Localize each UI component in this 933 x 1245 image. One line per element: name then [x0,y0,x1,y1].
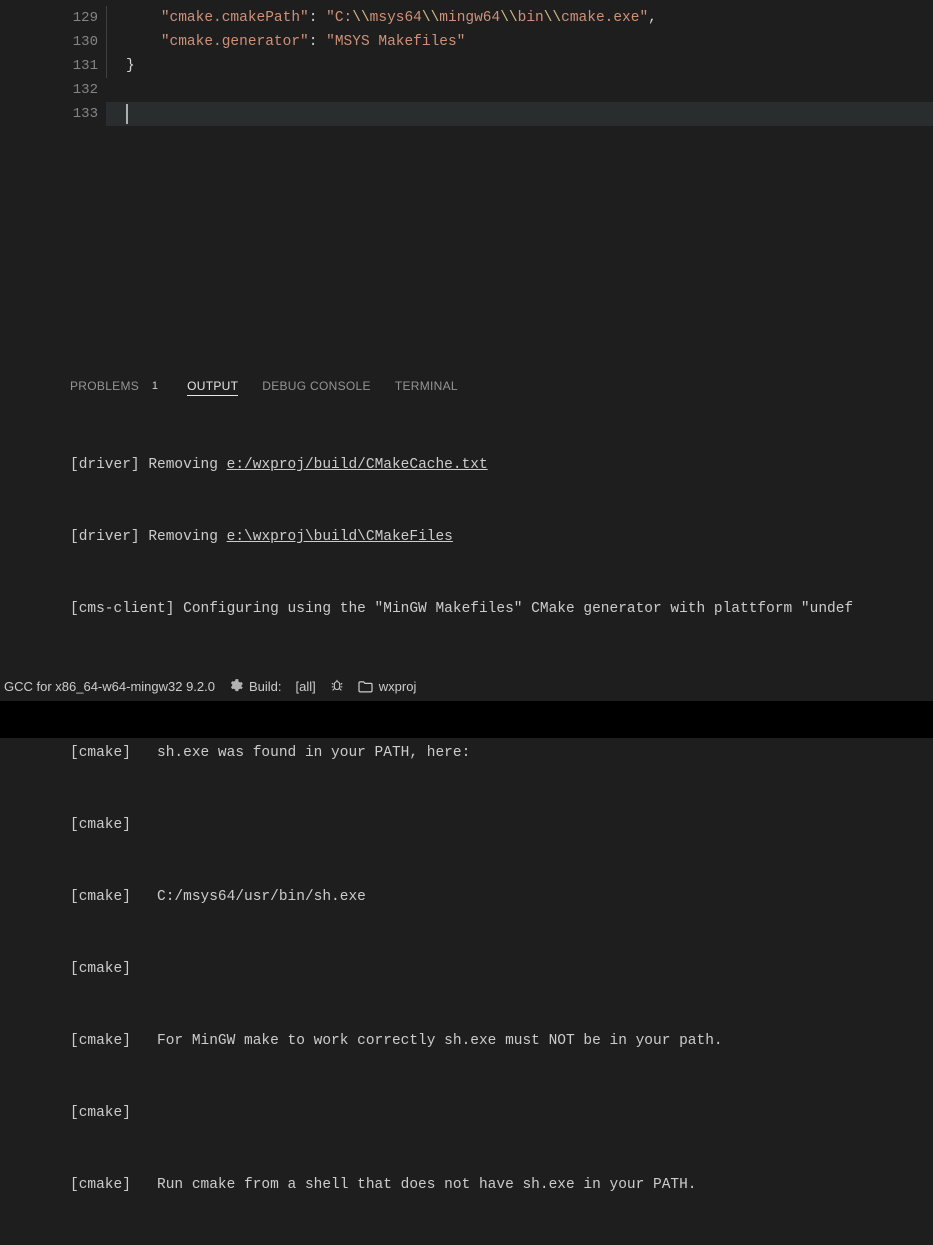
line-number: 133 [0,102,106,126]
tab-terminal[interactable]: TERMINAL [395,379,458,393]
code-line[interactable]: } [106,54,933,78]
tab-label: OUTPUT [187,379,238,393]
path-seg: msys64 [370,10,422,26]
code-line[interactable] [106,102,933,126]
folder-icon [358,680,373,693]
status-build[interactable]: Build: [229,679,282,694]
status-bar: GCC for x86_64-w64-mingw32 9.2.0 Build: … [0,671,933,701]
quote: " [326,10,335,26]
status-project-name: wxproj [379,679,417,694]
tab-output[interactable]: OUTPUT [187,379,238,396]
status-target[interactable]: [all] [296,679,316,694]
gear-icon [229,679,243,693]
line-number: 130 [0,30,106,54]
output-line: [driver] Removing e:/wxproj/build/CMakeC… [70,453,933,477]
output-content[interactable]: [driver] Removing e:/wxproj/build/CMakeC… [0,405,933,1245]
code-line[interactable]: "cmake.generator": "MSYS Makefiles" [106,30,933,54]
path-seg: cmake.exe [561,10,639,26]
line-number: 132 [0,78,106,102]
line-number-gutter: 129 130 131 132 133 [0,0,106,370]
log-text: [cmake] [70,961,140,977]
output-line: [cmake] C:/msys64/usr/bin/sh.exe [70,885,933,909]
log-text: [cmake] For MinGW make to work correctly… [70,1033,723,1049]
output-line: [cmake] sh.exe was found in your PATH, h… [70,741,933,765]
json-string: "MSYS Makefiles" [326,34,465,50]
output-line: [cmake] [70,957,933,981]
text-cursor [126,104,128,124]
log-text: [cmake] [70,1105,140,1121]
escape: \\ [352,10,369,26]
status-kit[interactable]: GCC for x86_64-w64-mingw32 9.2.0 [4,679,215,694]
quote: " [639,10,648,26]
log-text: [driver] Removing [70,529,227,545]
log-text: [cmake] C:/msys64/usr/bin/sh.exe [70,889,366,905]
tab-problems[interactable]: PROBLEMS 1 [70,379,163,393]
log-path: e:/wxproj/build/CMakeCache.txt [227,457,488,473]
json-key: "cmake.generator" [161,34,309,50]
code-line[interactable] [106,78,933,102]
log-text: [cms-client] Configuring using the "MinG… [70,601,853,617]
tab-label: DEBUG CONSOLE [262,379,371,393]
log-text: [cmake] [70,817,140,833]
json-key: "cmake.cmakePath" [161,10,309,26]
tab-label: PROBLEMS [70,379,139,393]
status-debug[interactable] [330,679,344,693]
output-line: [cmake] Run cmake from a shell that does… [70,1173,933,1197]
comma: , [648,10,657,26]
line-number: 131 [0,54,106,78]
path-seg: bin [518,10,544,26]
output-line: [cmake] [70,1101,933,1125]
code-content[interactable]: "cmake.cmakePath": "C:\\msys64\\mingw64\… [106,0,933,370]
log-path: e:\wxproj\build\CMakeFiles [227,529,453,545]
log-text: [driver] Removing [70,457,227,473]
black-region [0,701,933,738]
log-text: [cmake] Run cmake from a shell that does… [70,1177,697,1193]
output-line: [cmake] For MinGW make to work correctly… [70,1029,933,1053]
problems-badge: 1 [147,380,163,392]
colon: : [309,34,326,50]
code-line[interactable]: "cmake.cmakePath": "C:\\msys64\\mingw64\… [106,6,933,30]
line-number: 129 [0,6,106,30]
tab-debug-console[interactable]: DEBUG CONSOLE [262,379,371,393]
editor-area: 129 130 131 132 133 "cmake.cmakePath": "… [0,0,933,370]
log-text: [cmake] sh.exe was found in your PATH, h… [70,745,470,761]
status-build-label: Build: [249,679,282,694]
brace: } [126,58,135,74]
escape: \\ [500,10,517,26]
bottom-panel: PROBLEMS 1 OUTPUT DEBUG CONSOLE TERMINAL… [0,370,933,1245]
path-seg: C: [335,10,352,26]
escape: \\ [422,10,439,26]
tab-label: TERMINAL [395,379,458,393]
colon: : [309,10,326,26]
indent [126,10,161,26]
output-line: [cms-client] Configuring using the "MinG… [70,597,933,621]
bug-icon [330,679,344,693]
output-line: [cmake] [70,813,933,837]
panel-tabs: PROBLEMS 1 OUTPUT DEBUG CONSOLE TERMINAL [0,371,933,405]
escape: \\ [544,10,561,26]
indent [126,34,161,50]
path-seg: mingw64 [439,10,500,26]
output-line: [driver] Removing e:\wxproj\build\CMakeF… [70,525,933,549]
status-project[interactable]: wxproj [358,679,417,694]
